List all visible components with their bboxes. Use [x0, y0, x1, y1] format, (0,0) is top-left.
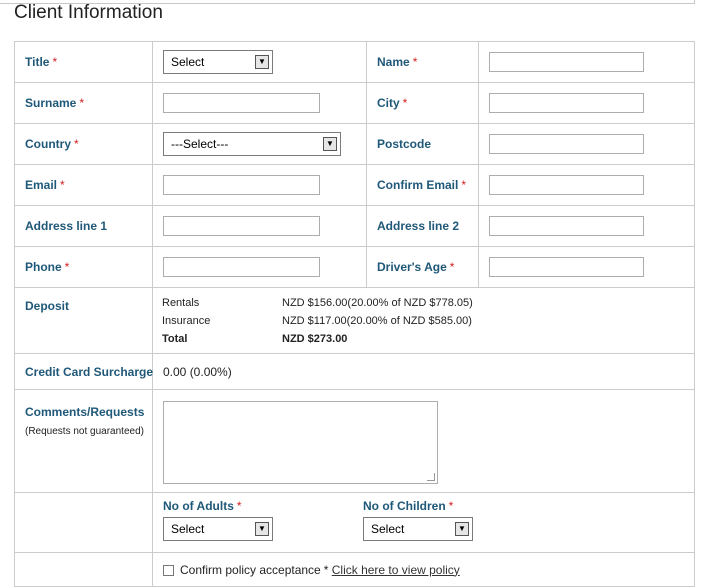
- surcharge-value: 0.00 (0.00%): [152, 353, 695, 390]
- chevron-down-icon: ▼: [323, 137, 337, 151]
- client-info-form: Title * Select ▼ Name * Surname * City * Cou…: [14, 41, 695, 587]
- resize-grip-icon[interactable]: [427, 473, 435, 481]
- title-select[interactable]: Select ▼: [163, 50, 273, 74]
- title-label: Title *: [14, 41, 153, 83]
- address1-field[interactable]: [163, 216, 320, 236]
- drivers-age-field[interactable]: [489, 257, 644, 277]
- children-label: No of Children: [363, 499, 446, 513]
- comments-label: Comments/Requests: [25, 405, 145, 419]
- page-title: Client Information: [14, 2, 163, 23]
- address1-label: Address line 1: [14, 205, 153, 247]
- deposit-row-rentals: Rentals NZD $156.00(20.00% of NZD $778.0…: [162, 297, 473, 309]
- surname-label: Surname *: [14, 82, 153, 124]
- country-select[interactable]: ---Select--- ▼: [163, 132, 341, 156]
- phone-field[interactable]: [163, 257, 320, 277]
- address2-label: Address line 2: [366, 205, 479, 247]
- confirm-email-label: Confirm Email *: [366, 164, 479, 206]
- city-field[interactable]: [489, 93, 644, 113]
- empty-cell: [14, 492, 153, 553]
- name-field[interactable]: [489, 52, 644, 72]
- surname-field[interactable]: [163, 93, 320, 113]
- comments-note: (Requests not guaranteed): [25, 426, 144, 437]
- deposit-row-insurance: Insurance NZD $117.00(20.00% of NZD $585…: [162, 315, 472, 327]
- city-label: City *: [366, 82, 479, 124]
- postcode-label: Postcode: [366, 123, 479, 165]
- chevron-down-icon: ▼: [255, 55, 269, 69]
- page: Client Information Title * Select ▼ Name *…: [0, 0, 705, 587]
- children-select[interactable]: Select ▼: [363, 517, 473, 541]
- postcode-field[interactable]: [489, 134, 644, 154]
- empty-cell: [14, 552, 153, 587]
- deposit-breakdown: Rentals NZD $156.00(20.00% of NZD $778.0…: [162, 294, 473, 348]
- email-label: Email *: [14, 164, 153, 206]
- policy-label: Confirm policy acceptance: [180, 562, 321, 577]
- confirm-email-field[interactable]: [489, 175, 644, 195]
- view-policy-link[interactable]: Click here to view policy: [332, 563, 460, 577]
- surcharge-label: Credit Card Surcharge: [14, 353, 153, 390]
- email-field[interactable]: [163, 175, 320, 195]
- comments-textarea[interactable]: [163, 401, 438, 484]
- deposit-label: Deposit: [14, 287, 153, 354]
- comments-label-cell: Comments/Requests (Requests not guarante…: [14, 389, 153, 493]
- chevron-down-icon: ▼: [255, 522, 269, 536]
- adults-select[interactable]: Select ▼: [163, 517, 273, 541]
- address2-field[interactable]: [489, 216, 644, 236]
- country-label: Country *: [14, 123, 153, 165]
- chevron-down-icon: ▼: [455, 522, 469, 536]
- name-label: Name *: [366, 41, 479, 83]
- drivers-age-label: Driver's Age *: [366, 246, 479, 288]
- phone-label: Phone *: [14, 246, 153, 288]
- deposit-row-total: Total NZD $273.00: [162, 333, 348, 345]
- policy-checkbox[interactable]: [163, 564, 174, 576]
- adults-label: No of Adults: [163, 499, 234, 513]
